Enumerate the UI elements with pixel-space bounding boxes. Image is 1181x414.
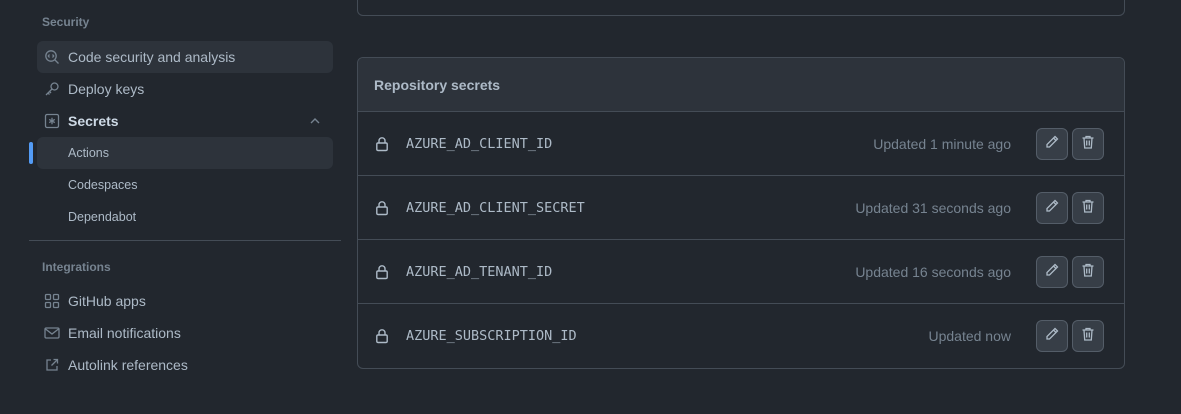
secret-row: AZURE_AD_TENANT_ID Updated 16 seconds ag… xyxy=(358,240,1124,304)
lock-icon xyxy=(374,264,390,280)
sidebar-item-label: Autolink references xyxy=(68,357,188,373)
mail-icon xyxy=(44,325,60,341)
repository-secrets-panel: Repository secrets AZURE_AD_CLIENT_ID Up… xyxy=(357,57,1125,369)
trash-icon xyxy=(1080,262,1096,283)
edit-secret-button[interactable] xyxy=(1036,192,1068,224)
trash-icon xyxy=(1080,134,1096,155)
secret-name: AZURE_AD_TENANT_ID xyxy=(406,263,553,280)
sidebar-subitem-actions[interactable]: Actions xyxy=(37,137,333,169)
settings-sidebar: Security Code security and analysis Depl… xyxy=(0,0,345,414)
secret-row: AZURE_AD_CLIENT_SECRET Updated 31 second… xyxy=(358,176,1124,240)
key-icon xyxy=(44,81,60,97)
sidebar-subitem-dependabot[interactable]: Dependabot xyxy=(37,201,333,233)
sidebar-subitem-codespaces[interactable]: Codespaces xyxy=(37,169,333,201)
edit-secret-button[interactable] xyxy=(1036,128,1068,160)
sidebar-item-label: GitHub apps xyxy=(68,293,146,309)
secret-name: AZURE_SUBSCRIPTION_ID xyxy=(406,328,577,344)
security-group-label: Security xyxy=(42,15,90,29)
secret-updated: Updated 1 minute ago xyxy=(873,135,1011,152)
sidebar-item-label: Code security and analysis xyxy=(68,49,236,65)
codescan-icon xyxy=(44,49,60,65)
asterisk-box-icon xyxy=(44,113,60,129)
sidebar-item-label: Email notifications xyxy=(68,325,181,341)
pencil-icon xyxy=(1044,262,1060,283)
sidebar-item-code-security[interactable]: Code security and analysis xyxy=(37,41,333,73)
previous-section-box xyxy=(357,0,1125,16)
link-external-icon xyxy=(44,357,60,373)
sidebar-divider xyxy=(29,240,341,241)
delete-secret-button[interactable] xyxy=(1072,320,1104,352)
sidebar-item-email-notifications[interactable]: Email notifications xyxy=(37,317,333,349)
sidebar-item-label: Secrets xyxy=(68,113,119,129)
lock-icon xyxy=(374,136,390,152)
trash-icon xyxy=(1080,326,1096,347)
sidebar-item-secrets[interactable]: Secrets xyxy=(37,105,333,137)
delete-secret-button[interactable] xyxy=(1072,128,1104,160)
edit-secret-button[interactable] xyxy=(1036,256,1068,288)
sidebar-item-github-apps[interactable]: GitHub apps xyxy=(37,285,333,317)
edit-secret-button[interactable] xyxy=(1036,320,1068,352)
sidebar-item-deploy-keys[interactable]: Deploy keys xyxy=(37,73,333,105)
secret-row: AZURE_AD_CLIENT_ID Updated 1 minute ago xyxy=(358,112,1124,176)
delete-secret-button[interactable] xyxy=(1072,192,1104,224)
secret-updated: Updated now xyxy=(928,328,1011,344)
integrations-group-label: Integrations xyxy=(42,260,111,274)
delete-secret-button[interactable] xyxy=(1072,256,1104,288)
apps-icon xyxy=(44,293,60,309)
pencil-icon xyxy=(1044,134,1060,155)
panel-title: Repository secrets xyxy=(358,58,1124,112)
lock-icon xyxy=(374,328,390,344)
secret-name: AZURE_AD_CLIENT_SECRET xyxy=(406,199,585,216)
chevron-up-icon[interactable] xyxy=(307,113,323,129)
secret-name: AZURE_AD_CLIENT_ID xyxy=(406,135,553,152)
secret-row: AZURE_SUBSCRIPTION_ID Updated now xyxy=(358,304,1124,368)
secret-updated: Updated 16 seconds ago xyxy=(855,263,1011,280)
pencil-icon xyxy=(1044,326,1060,347)
sidebar-item-autolink-references[interactable]: Autolink references xyxy=(37,349,333,381)
pencil-icon xyxy=(1044,198,1060,219)
active-indicator xyxy=(29,142,33,164)
trash-icon xyxy=(1080,198,1096,219)
sidebar-item-label: Deploy keys xyxy=(68,81,145,97)
secret-updated: Updated 31 seconds ago xyxy=(855,199,1011,216)
lock-icon xyxy=(374,200,390,216)
